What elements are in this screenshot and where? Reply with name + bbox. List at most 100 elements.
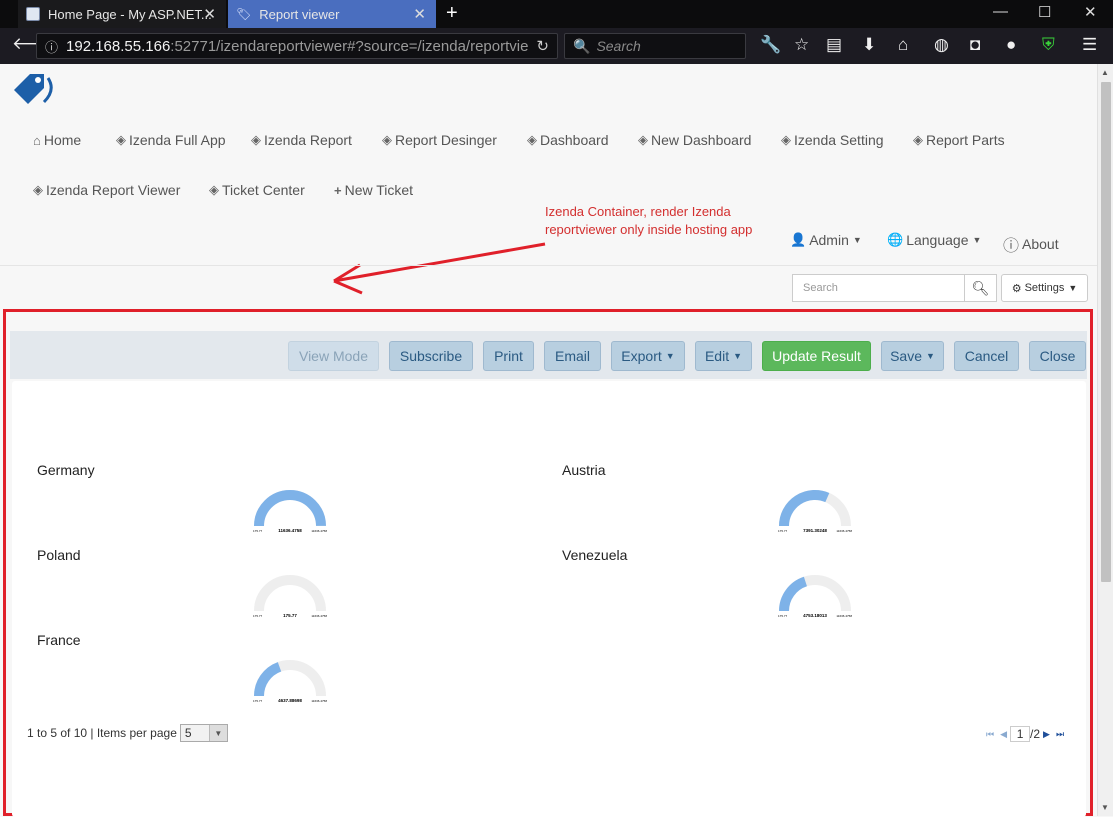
wrench-icon[interactable]: 🔧 bbox=[760, 35, 781, 55]
ticket-icon: ◈ bbox=[33, 182, 43, 197]
gauge-title: France bbox=[37, 632, 81, 648]
tag-logo-icon[interactable] bbox=[10, 70, 56, 110]
settings-dropdown-button[interactable]: ⚙ Settings ▼ bbox=[1001, 274, 1088, 302]
next-page-icon[interactable]: ▶ bbox=[1043, 729, 1050, 740]
scroll-down-icon[interactable]: ▼ bbox=[1101, 803, 1109, 812]
gears-icon: ⚙ bbox=[1011, 282, 1022, 295]
reload-icon[interactable]: ↻ bbox=[536, 37, 549, 55]
language-icon: 🌐 bbox=[887, 232, 904, 247]
gauge-value-label: 7391.30248 bbox=[803, 528, 827, 533]
gauge-value-arc bbox=[779, 576, 808, 612]
search-placeholder: Search bbox=[803, 282, 838, 294]
nav-report-designer[interactable]: ◈ Report Desinger bbox=[382, 132, 497, 148]
gauge-min-label: 175.77 bbox=[778, 529, 788, 533]
extension-icon[interactable]: ● bbox=[1006, 35, 1016, 55]
url-host: 192.168.55.166 bbox=[66, 37, 171, 55]
print-button[interactable]: Print bbox=[483, 341, 534, 371]
nav-dashboard[interactable]: ◈ Dashboard bbox=[527, 132, 609, 148]
nav-report-parts[interactable]: ◈ Report Parts bbox=[913, 132, 1005, 148]
scroll-up-icon[interactable]: ▲ bbox=[1101, 68, 1109, 77]
edit-dropdown-button[interactable]: Edit ▼ bbox=[695, 341, 752, 371]
home-icon: ⌂ bbox=[33, 132, 41, 148]
home-icon[interactable]: ⌂ bbox=[898, 35, 908, 55]
items-per-page-select[interactable]: 5 ▼ bbox=[179, 724, 228, 742]
caret-down-icon: ▼ bbox=[926, 351, 935, 361]
page-scrollbar[interactable]: ▲ ▼ bbox=[1097, 64, 1113, 816]
globe-icon[interactable]: ◍ bbox=[934, 35, 949, 55]
cancel-button[interactable]: Cancel bbox=[954, 341, 1019, 371]
button-label: Subscribe bbox=[399, 348, 463, 364]
gauge-value-label: 11636.4758 bbox=[278, 528, 302, 533]
gauge-svg: 4753.18013 175.77 11636.4758 bbox=[778, 575, 852, 618]
nav-label: Home bbox=[43, 132, 82, 148]
chevron-down-icon: ▼ bbox=[208, 725, 227, 741]
url-bar[interactable]: ⓘ 192.168.55.166:52771/izendareportviewe… bbox=[36, 33, 558, 59]
gauge-chart: 7391.30248 175.77 11636.4758 bbox=[775, 486, 855, 534]
tab-home-page[interactable]: Home Page - My ASP.NET... ✕ bbox=[18, 0, 226, 28]
nav-label: New Dashboard bbox=[651, 132, 752, 148]
caret-down-icon: ▼ bbox=[1068, 283, 1078, 293]
nav-home[interactable]: ⌂ Home bbox=[33, 132, 81, 148]
close-tab-icon[interactable]: ✕ bbox=[203, 5, 216, 23]
email-button[interactable]: Email bbox=[544, 341, 601, 371]
close-button[interactable]: Close bbox=[1029, 341, 1086, 371]
gauge-max-label: 11636.4758 bbox=[311, 699, 327, 703]
settings-label: Settings bbox=[1024, 282, 1065, 294]
last-page-icon[interactable]: ⏭ bbox=[1056, 729, 1064, 740]
button-label: Print bbox=[494, 348, 523, 364]
nav-izenda-full-app[interactable]: ◈ Izenda Full App bbox=[116, 132, 226, 148]
gauge-svg: 4637.88698 175.77 11636.4758 bbox=[253, 660, 327, 703]
nav-label: Dashboard bbox=[540, 132, 609, 148]
download-icon[interactable]: ⬇ bbox=[862, 35, 876, 55]
gauge-title: Poland bbox=[37, 547, 81, 563]
nav-label: About bbox=[1022, 236, 1059, 252]
tab-report-viewer[interactable]: 🏷 Report viewer ✕ bbox=[228, 0, 436, 28]
minimize-icon[interactable]: — bbox=[993, 3, 1008, 20]
tag-icon: 🏷 bbox=[236, 7, 252, 21]
save-dropdown-button[interactable]: Save ▼ bbox=[881, 341, 944, 371]
prev-page-icon[interactable]: ◀ bbox=[1000, 729, 1007, 740]
caret-down-icon: ▼ bbox=[665, 351, 675, 361]
browser-search-box[interactable]: 🔍 Search bbox=[564, 33, 746, 59]
browser-tab-bar: Home Page - My ASP.NET... ✕ 🏷 Report vie… bbox=[0, 0, 1113, 28]
view-mode-button[interactable]: View Mode bbox=[288, 341, 379, 371]
ticket-icon: ◈ bbox=[781, 132, 791, 147]
menu-icon[interactable]: ☰ bbox=[1082, 35, 1097, 55]
window-close-icon[interactable]: ✕ bbox=[1084, 3, 1097, 21]
page-number-input[interactable]: 1 bbox=[1010, 726, 1031, 742]
first-page-icon[interactable]: ⏮ bbox=[986, 729, 994, 740]
new-tab-plus-icon[interactable]: + bbox=[446, 2, 458, 25]
nav-izenda-report[interactable]: ◈ Izenda Report bbox=[251, 132, 352, 148]
bookmark-star-icon[interactable]: ☆ bbox=[794, 35, 809, 55]
close-tab-icon[interactable]: ✕ bbox=[413, 5, 426, 23]
update-result-button[interactable]: Update Result bbox=[762, 341, 871, 371]
export-dropdown-button[interactable]: Export ▼ bbox=[611, 341, 685, 371]
reading-list-icon[interactable]: ▤ bbox=[826, 35, 842, 55]
nav-new-dashboard[interactable]: ◈ New Dashboard bbox=[638, 132, 751, 148]
divider bbox=[0, 265, 1097, 266]
subscribe-button[interactable]: Subscribe bbox=[389, 341, 473, 371]
button-label: Cancel bbox=[964, 348, 1009, 364]
page-search-input[interactable]: Search bbox=[792, 274, 965, 302]
caret-down-icon: ▼ bbox=[852, 235, 862, 245]
gauge-svg: 175.77 175.77 11636.4758 bbox=[253, 575, 327, 618]
info-icon[interactable]: ⓘ bbox=[45, 37, 58, 56]
button-label: Edit bbox=[704, 348, 730, 364]
nav-admin-dropdown[interactable]: 👤 Admin ▼ bbox=[790, 232, 862, 248]
annotation-arrow-icon bbox=[333, 242, 546, 295]
gauge-min-label: 175.77 bbox=[778, 614, 788, 618]
nav-about[interactable]: ⓘ About bbox=[1003, 232, 1059, 256]
browser-nav-bar: 🡐 ⓘ 192.168.55.166:52771/izendareportvie… bbox=[0, 28, 1113, 64]
gauge-track bbox=[254, 575, 326, 612]
nav-language-dropdown[interactable]: 🌐 Language ▼ bbox=[887, 232, 981, 248]
search-button[interactable]: 🔍︎ bbox=[964, 274, 997, 302]
nav-new-ticket[interactable]: + New Ticket bbox=[334, 182, 413, 198]
shield-extension-icon[interactable]: ⛨ bbox=[1042, 35, 1055, 55]
pocket-icon[interactable]: ◘ bbox=[970, 35, 980, 55]
maximize-icon[interactable]: ☐ bbox=[1038, 3, 1051, 21]
tab-title: Report viewer bbox=[259, 6, 340, 22]
scrollbar-thumb[interactable] bbox=[1101, 82, 1111, 582]
nav-ticket-center[interactable]: ◈ Ticket Center bbox=[209, 182, 305, 198]
nav-izenda-report-viewer[interactable]: ◈ Izenda Report Viewer bbox=[33, 182, 180, 198]
nav-izenda-setting[interactable]: ◈ Izenda Setting bbox=[781, 132, 884, 148]
